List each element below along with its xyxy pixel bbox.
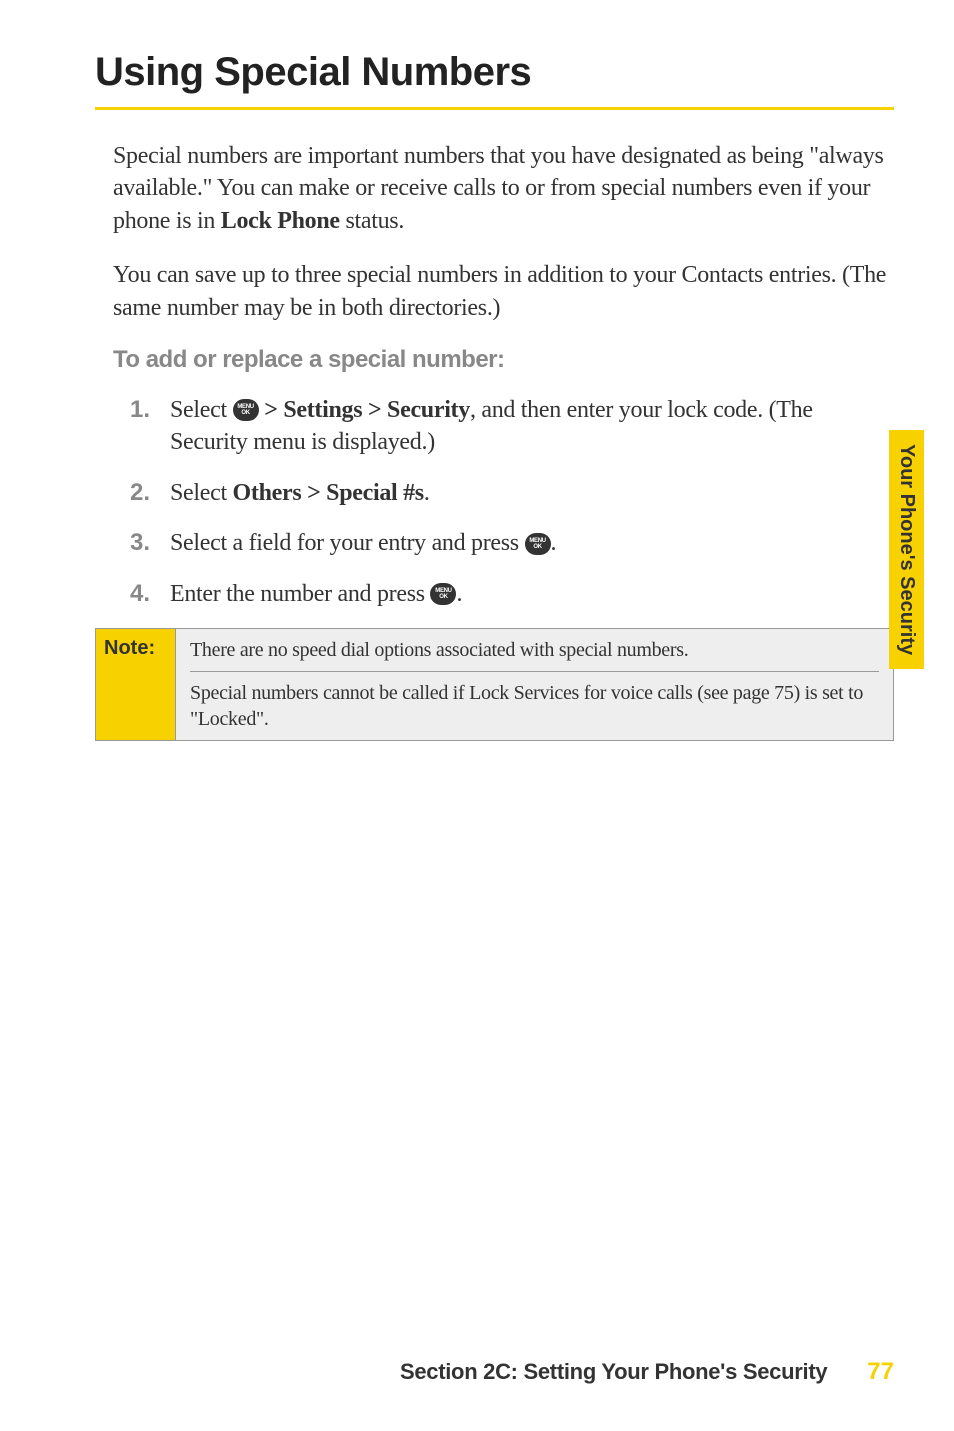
- step-3: 3. Select a field for your entry and pre…: [130, 527, 894, 559]
- step-text: Select a field for your entry and press …: [170, 527, 894, 559]
- side-tab: Your Phone's Security: [889, 430, 924, 669]
- note-content: There are no speed dial options associat…: [176, 629, 893, 740]
- intro-paragraph-1: Special numbers are important numbers th…: [113, 140, 894, 237]
- step-text: Select Others > Special #s.: [170, 477, 894, 509]
- procedure-subheading: To add or replace a special number:: [113, 346, 894, 374]
- step-bold: Others > Special #s: [233, 480, 424, 506]
- step-4: 4. Enter the number and press MENUOK.: [130, 578, 894, 610]
- heading-underline: [95, 107, 894, 110]
- step-post: .: [424, 480, 430, 506]
- para1-post: status.: [340, 208, 404, 234]
- page-heading: Using Special Numbers: [95, 50, 894, 95]
- footer-section-title: Section 2C: Setting Your Phone's Securit…: [400, 1359, 827, 1385]
- menu-ok-label: MENUOK: [435, 588, 451, 600]
- note-text-2: Special numbers cannot be called if Lock…: [176, 672, 893, 740]
- footer-page-number: 77: [867, 1358, 894, 1386]
- step-text: Select MENUOK > Settings > Security, and…: [170, 394, 894, 459]
- intro-paragraph-2: You can save up to three special numbers…: [113, 259, 894, 324]
- step-number: 1.: [130, 394, 170, 459]
- step-list: 1. Select MENUOK > Settings > Security, …: [130, 394, 894, 610]
- note-box: Note: There are no speed dial options as…: [95, 628, 894, 741]
- para1-bold: Lock Phone: [221, 208, 340, 234]
- menu-ok-label: MENUOK: [529, 538, 545, 550]
- step-2: 2. Select Others > Special #s.: [130, 477, 894, 509]
- note-label: Note:: [96, 629, 176, 740]
- step-post: .: [551, 530, 557, 556]
- step-post: .: [456, 581, 462, 607]
- step-pre: Select: [170, 397, 233, 423]
- menu-ok-label: MENUOK: [237, 404, 253, 416]
- page-footer: Section 2C: Setting Your Phone's Securit…: [400, 1358, 894, 1386]
- step-1: 1. Select MENUOK > Settings > Security, …: [130, 394, 894, 459]
- step-bold: > Settings > Security: [259, 397, 470, 423]
- menu-ok-icon: MENUOK: [430, 583, 456, 605]
- step-pre: Select a field for your entry and press: [170, 530, 525, 556]
- step-text: Enter the number and press MENUOK.: [170, 578, 894, 610]
- step-number: 2.: [130, 477, 170, 509]
- step-pre: Enter the number and press: [170, 581, 430, 607]
- menu-ok-icon: MENUOK: [525, 533, 551, 555]
- step-number: 3.: [130, 527, 170, 559]
- step-number: 4.: [130, 578, 170, 610]
- step-pre: Select: [170, 480, 233, 506]
- note-text-1: There are no speed dial options associat…: [176, 629, 893, 671]
- menu-ok-icon: MENUOK: [233, 399, 259, 421]
